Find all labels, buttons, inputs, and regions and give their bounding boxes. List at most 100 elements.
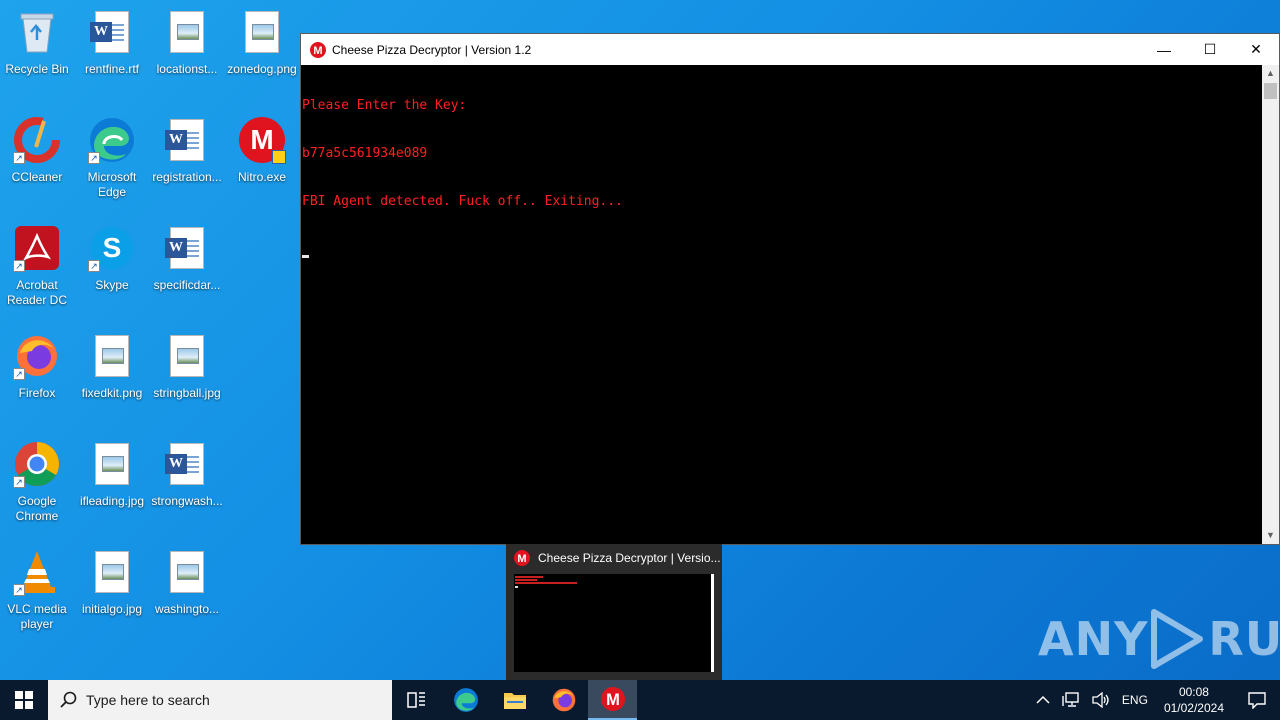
console-output[interactable]: Please Enter the Key: b77a5c561934e089 F… xyxy=(301,65,1262,544)
skype-icon: S ↗ xyxy=(88,224,136,272)
desktop-icon-acrobat-reader[interactable]: ↗ Acrobat Reader DC xyxy=(0,224,74,308)
window-titlebar[interactable]: M Cheese Pizza Decryptor | Version 1.2 —… xyxy=(301,34,1279,65)
word-document-icon: W xyxy=(163,224,211,272)
preview-thumbnail xyxy=(514,574,714,672)
desktop-icon-locationst[interactable]: locationst... xyxy=(150,8,224,77)
desktop-icon-firefox[interactable]: ↗ Firefox xyxy=(0,332,74,401)
shortcut-arrow-icon: ↗ xyxy=(13,152,25,164)
desktop-icon-skype[interactable]: S ↗ Skype xyxy=(75,224,149,293)
desktop-icon-label: stringball.jpg xyxy=(153,386,221,400)
desktop-icon-label: Skype xyxy=(95,278,129,292)
ccleaner-icon: ↗ xyxy=(13,116,61,164)
desktop-icon-label: washingto... xyxy=(154,602,220,616)
search-icon xyxy=(60,691,77,708)
desktop-icon-initialgo[interactable]: initialgo.jpg xyxy=(75,548,149,617)
preview-title: Cheese Pizza Decryptor | Versio... xyxy=(538,550,721,565)
desktop-icon-stringball[interactable]: stringball.jpg xyxy=(150,332,224,401)
desktop-icon-ifleading[interactable]: ifleading.jpg xyxy=(75,440,149,509)
windows-logo-icon xyxy=(15,691,33,709)
app-m-icon: M xyxy=(310,41,326,58)
network-tray-button[interactable] xyxy=(1056,680,1086,720)
volume-tray-button[interactable] xyxy=(1086,680,1116,720)
input-language-button[interactable]: ENG xyxy=(1116,680,1154,720)
desktop-icon-nitro[interactable]: M Nitro.exe xyxy=(225,116,299,185)
clock-time: 00:08 xyxy=(1178,685,1209,699)
search-placeholder: Type here to search xyxy=(86,692,210,708)
desktop-icon-label: Microsoft Edge xyxy=(87,170,137,199)
window-title: Cheese Pizza Decryptor | Version 1.2 xyxy=(332,42,532,57)
svg-text:M: M xyxy=(313,45,322,57)
shortcut-arrow-icon: ↗ xyxy=(13,368,25,380)
maximize-button[interactable]: ☐ xyxy=(1187,34,1233,65)
word-document-icon: W xyxy=(88,8,136,56)
taskbar-firefox[interactable] xyxy=(539,680,588,720)
system-clock[interactable]: 00:08 01/02/2024 xyxy=(1154,684,1234,716)
recycle-bin-icon xyxy=(13,8,61,56)
speaker-icon xyxy=(1092,692,1109,708)
desktop-icon-label: Acrobat Reader DC xyxy=(6,278,68,307)
desktop-icon-registration[interactable]: W registration... xyxy=(150,116,224,185)
edge-icon xyxy=(453,688,478,712)
image-file-icon xyxy=(88,548,136,596)
desktop-icon-label: Recycle Bin xyxy=(5,62,69,76)
vertical-scrollbar[interactable]: ▲ ▼ xyxy=(1262,65,1279,544)
desktop-icon-label: rentfine.rtf xyxy=(84,62,140,76)
word-document-icon: W xyxy=(163,116,211,164)
desktop-icon-label: locationst... xyxy=(156,62,218,76)
anyrun-watermark: ANY RUN xyxy=(1038,608,1280,670)
show-hidden-icons-button[interactable] xyxy=(1030,680,1056,720)
console-window[interactable]: M Cheese Pizza Decryptor | Version 1.2 —… xyxy=(300,33,1280,545)
taskbar-thumbnail-preview[interactable]: M Cheese Pizza Decryptor | Versio... xyxy=(506,544,722,680)
desktop-icon-label: specificdar... xyxy=(153,278,221,292)
desktop-icon-vlc[interactable]: ↗ VLC media player xyxy=(0,548,74,632)
watermark-text-right: RUN xyxy=(1208,612,1280,666)
desktop-icon-recycle-bin[interactable]: Recycle Bin xyxy=(0,8,74,77)
desktop-icon-label: zonedog.png xyxy=(227,62,297,76)
minimize-icon: — xyxy=(1157,41,1171,58)
firefox-icon xyxy=(552,688,575,712)
scroll-up-icon[interactable]: ▲ xyxy=(1262,65,1279,82)
desktop-icon-rentfine[interactable]: W rentfine.rtf xyxy=(75,8,149,77)
desktop-icon-microsoft-edge[interactable]: ↗ Microsoft Edge xyxy=(75,116,149,200)
notifications-button[interactable] xyxy=(1234,680,1280,720)
desktop-icon-specificdar[interactable]: W specificdar... xyxy=(150,224,224,293)
desktop-icon-ccleaner[interactable]: ↗ CCleaner xyxy=(0,116,74,185)
task-view-button[interactable] xyxy=(392,680,441,720)
console-line: b77a5c561934e089 xyxy=(302,146,428,161)
firefox-icon: ↗ xyxy=(13,332,61,380)
desktop-icon-fixedkit[interactable]: fixedkit.png xyxy=(75,332,149,401)
taskbar-edge[interactable] xyxy=(441,680,490,720)
maximize-icon: ☐ xyxy=(1203,41,1217,57)
notification-icon xyxy=(1248,692,1266,709)
network-icon xyxy=(1062,692,1079,707)
taskbar-cheese-pizza-decryptor[interactable]: M xyxy=(588,680,637,720)
close-icon: ✕ xyxy=(1250,41,1262,57)
start-button[interactable] xyxy=(0,680,48,720)
scrollbar-thumb[interactable] xyxy=(1264,83,1277,99)
taskbar-file-explorer[interactable] xyxy=(490,680,539,720)
watermark-text-left: ANY xyxy=(1038,612,1149,666)
image-file-icon xyxy=(88,440,136,488)
svg-text:M: M xyxy=(606,691,620,709)
console-line: Please Enter the Key: xyxy=(302,98,467,113)
desktop-icon-label: registration... xyxy=(152,170,222,184)
image-file-icon xyxy=(238,8,286,56)
shortcut-arrow-icon: ↗ xyxy=(88,260,100,272)
close-button[interactable]: ✕ xyxy=(1233,34,1279,65)
chevron-up-icon xyxy=(1036,695,1050,704)
minimize-button[interactable]: — xyxy=(1141,34,1187,65)
image-file-icon xyxy=(163,332,211,380)
desktop-icon-label: initialgo.jpg xyxy=(81,602,143,616)
scroll-down-icon[interactable]: ▼ xyxy=(1262,527,1279,544)
word-document-icon: W xyxy=(163,440,211,488)
desktop-icon-strongwash[interactable]: W strongwash... xyxy=(150,440,224,509)
desktop-icon-label: VLC media player xyxy=(7,602,67,631)
desktop-icon-label: ifleading.jpg xyxy=(79,494,145,508)
image-file-icon xyxy=(88,332,136,380)
desktop-icon-washingto[interactable]: washingto... xyxy=(150,548,224,617)
taskbar-search-box[interactable]: Type here to search xyxy=(48,680,392,720)
chrome-icon: ↗ xyxy=(13,440,61,488)
image-file-icon xyxy=(163,548,211,596)
desktop-icon-zonedog[interactable]: zonedog.png xyxy=(225,8,299,77)
desktop-icon-google-chrome[interactable]: ↗ Google Chrome xyxy=(0,440,74,524)
